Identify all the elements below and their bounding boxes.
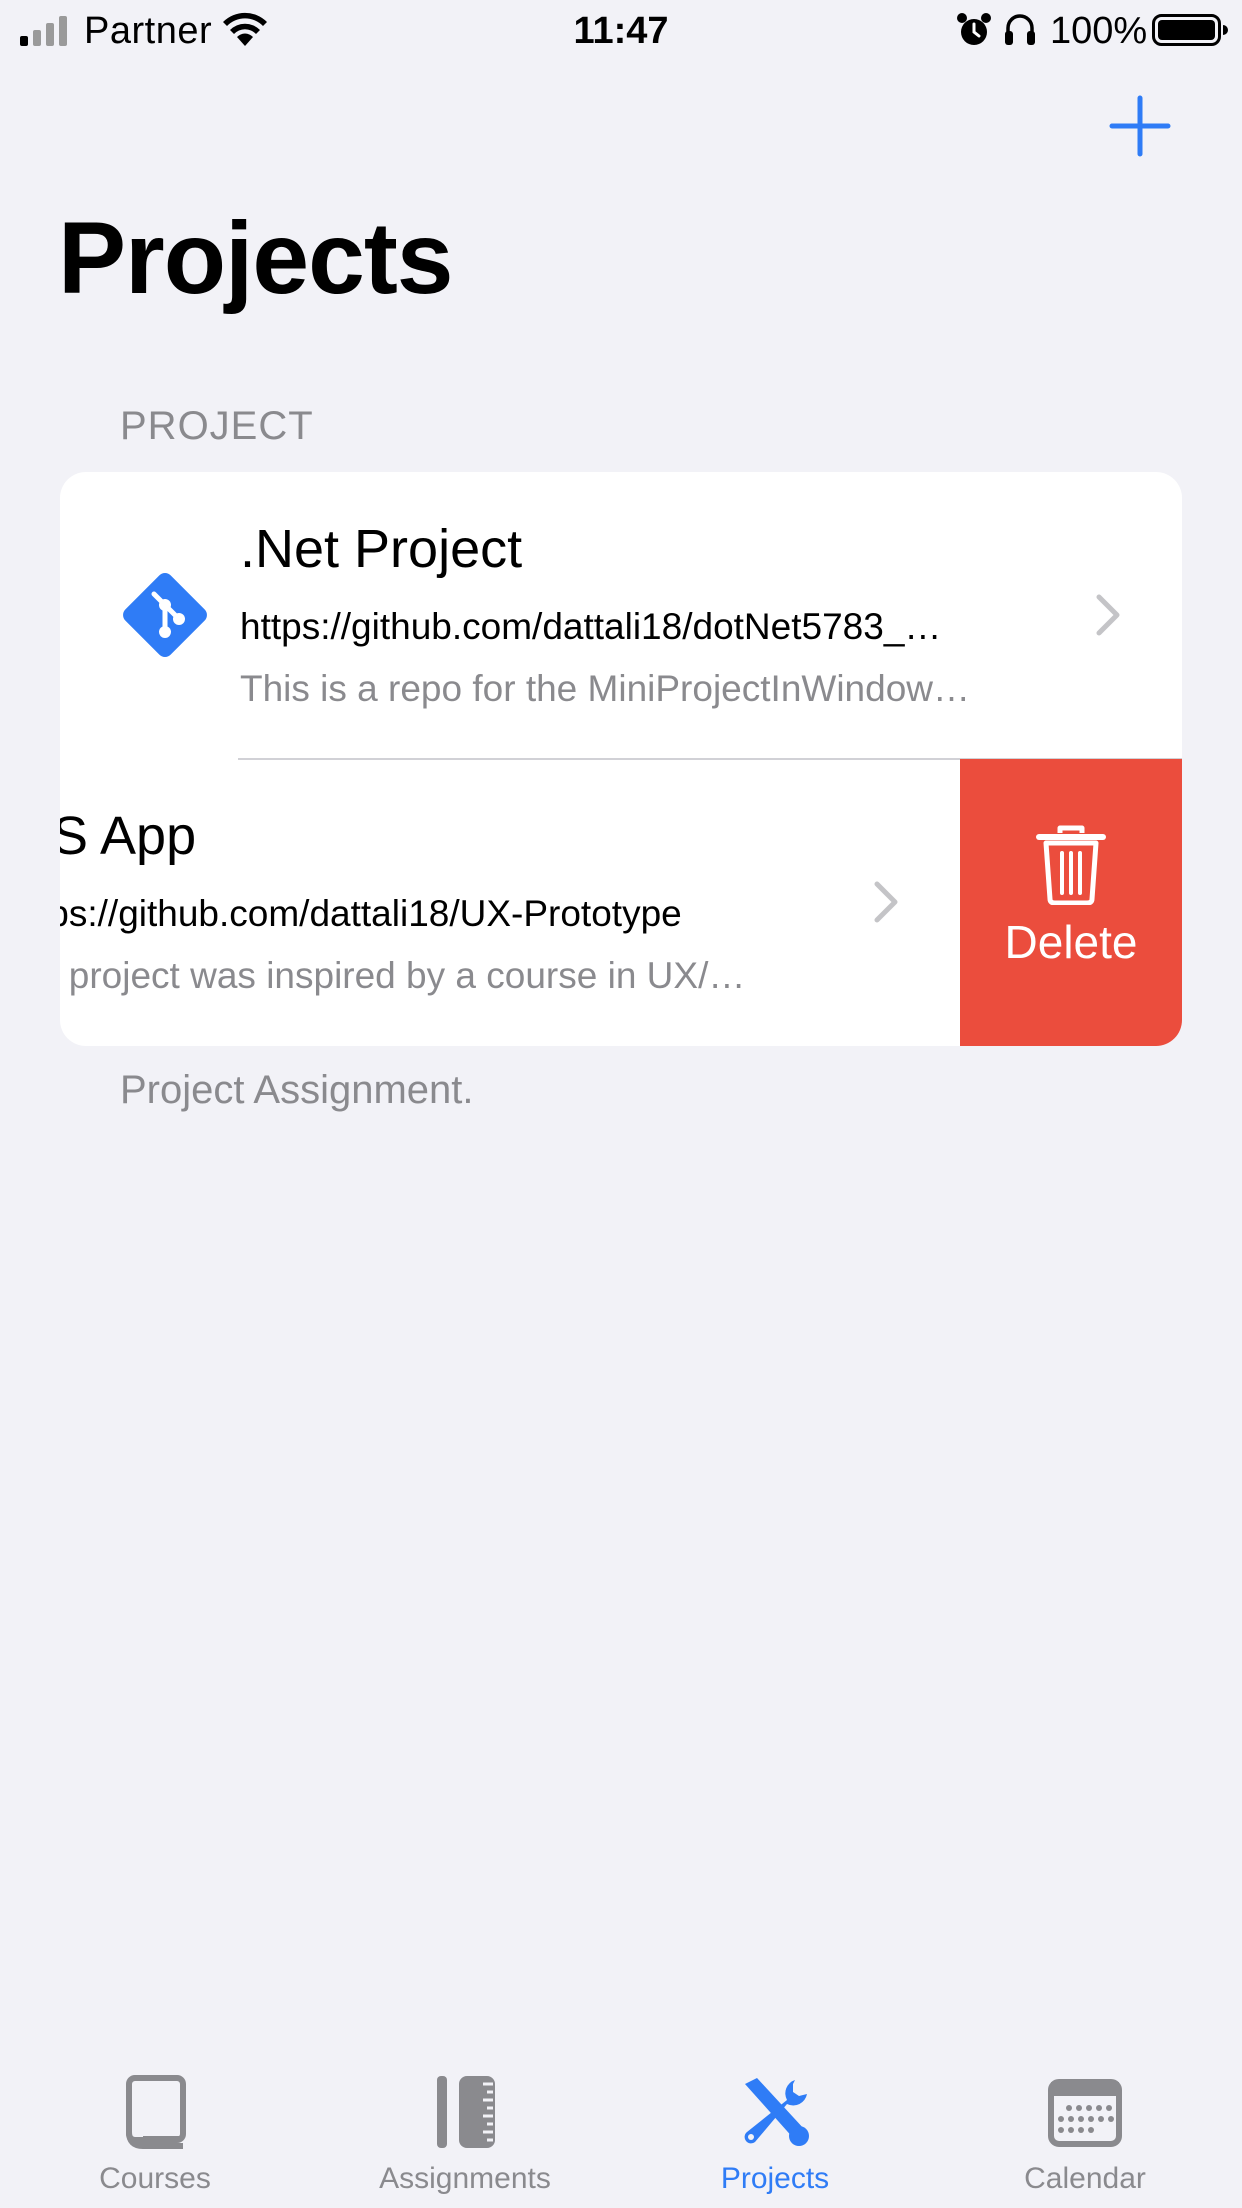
project-list: .Net Project https://github.com/dattali1… [60, 472, 1182, 1046]
tab-label: Calendar [1024, 2162, 1146, 2195]
book-icon [126, 2075, 186, 2149]
headphones-icon [1005, 14, 1035, 45]
ruler-pencil-icon [437, 2076, 495, 2148]
tab-projects[interactable]: Projects [620, 2044, 930, 2208]
chevron-right-icon [874, 881, 898, 923]
section-header: PROJECT [120, 404, 314, 448]
delete-button[interactable]: Delete [960, 759, 1182, 1046]
project-title: OS App [60, 806, 197, 866]
tab-assignments[interactable]: Assignments [310, 2044, 620, 2208]
delete-label: Delete [1004, 916, 1138, 968]
chevron-right-icon [1096, 594, 1120, 636]
project-description: s project was inspired by a course in UX… [60, 955, 746, 996]
tab-label: Courses [99, 2162, 211, 2195]
battery-icon [1152, 14, 1228, 46]
project-url: tps://github.com/dattali18/UX-Prototype [60, 893, 682, 934]
section-footer: Project Assignment. [120, 1068, 474, 1112]
trash-icon [1036, 825, 1106, 905]
tab-label: Projects [720, 2162, 830, 2195]
swiped-row-content[interactable]: OS App tps://github.com/dattali18/UX-Pro… [60, 759, 960, 1046]
calendar-icon [1048, 2079, 1122, 2147]
project-row-swiped[interactable]: OS App tps://github.com/dattali18/UX-Pro… [60, 759, 1182, 1046]
add-project-button[interactable] [1108, 94, 1172, 158]
tab-bar: Courses Assignments Projects Calendar [0, 2044, 1242, 2208]
project-description: This is a repo for the MiniProjectInWind… [240, 668, 970, 709]
status-bar: Partner 11:47 100% [0, 0, 1242, 66]
tab-label: Assignments [379, 2162, 551, 2195]
project-url: https://github.com/dattali18/dotNet5783_… [240, 606, 942, 647]
page-title: Projects [58, 201, 454, 315]
tab-courses[interactable]: Courses [0, 2044, 310, 2208]
screen: Partner 11:47 100% Projects PROJECT .Net… [0, 0, 1242, 2208]
tab-calendar[interactable]: Calendar [930, 2044, 1240, 2208]
project-row[interactable]: .Net Project https://github.com/dattali1… [60, 472, 1182, 760]
project-title: .Net Project [240, 519, 523, 579]
git-icon [123, 573, 207, 657]
alarm-icon [957, 13, 991, 45]
tools-icon [744, 2078, 809, 2146]
battery-percent: 100% [1050, 10, 1148, 52]
